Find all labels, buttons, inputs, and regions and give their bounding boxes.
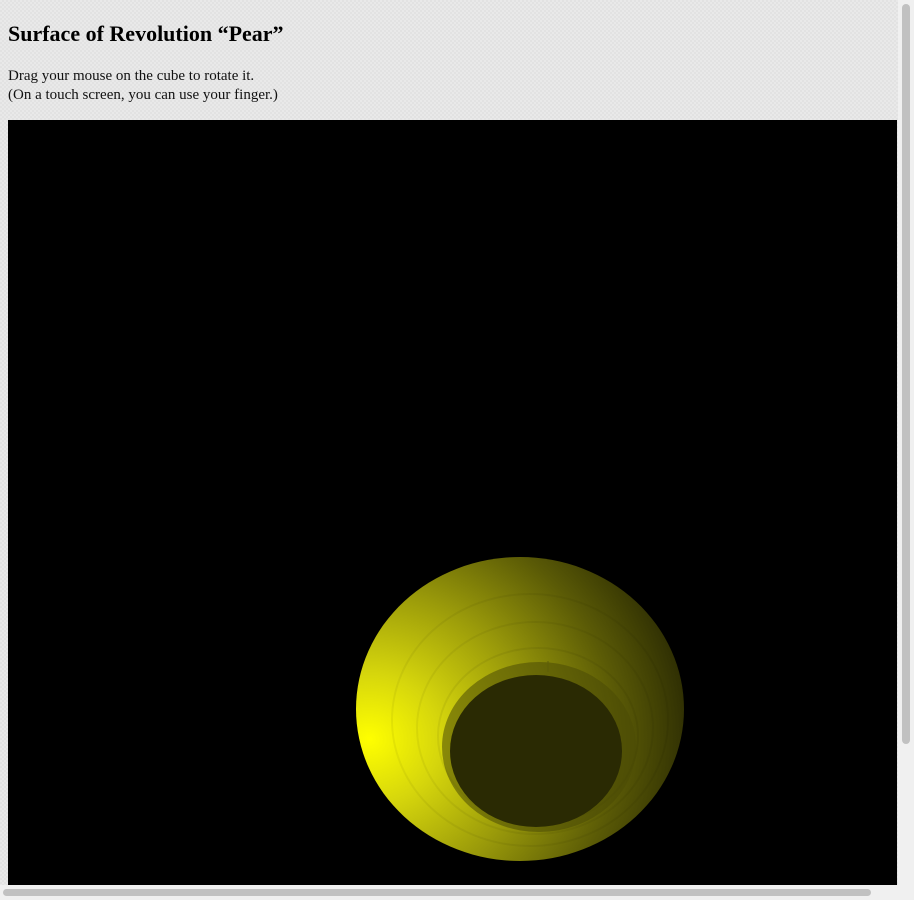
page-title: Surface of Revolution “Pear” bbox=[8, 21, 284, 46]
vertical-scrollbar-thumb[interactable] bbox=[902, 4, 910, 744]
webgl-canvas[interactable] bbox=[8, 120, 897, 885]
pear-render[interactable] bbox=[8, 120, 897, 885]
instruction-line-mouse: Drag your mouse on the cube to rotate it… bbox=[8, 68, 255, 84]
instructions: Drag your mouse on the cube to rotate it… bbox=[8, 67, 278, 105]
scrollbar-corner bbox=[898, 885, 914, 900]
horizontal-scrollbar-thumb[interactable] bbox=[3, 889, 871, 896]
instruction-line-touch: (On a touch screen, you can use your fin… bbox=[8, 87, 278, 103]
pear-cavity bbox=[450, 675, 622, 827]
